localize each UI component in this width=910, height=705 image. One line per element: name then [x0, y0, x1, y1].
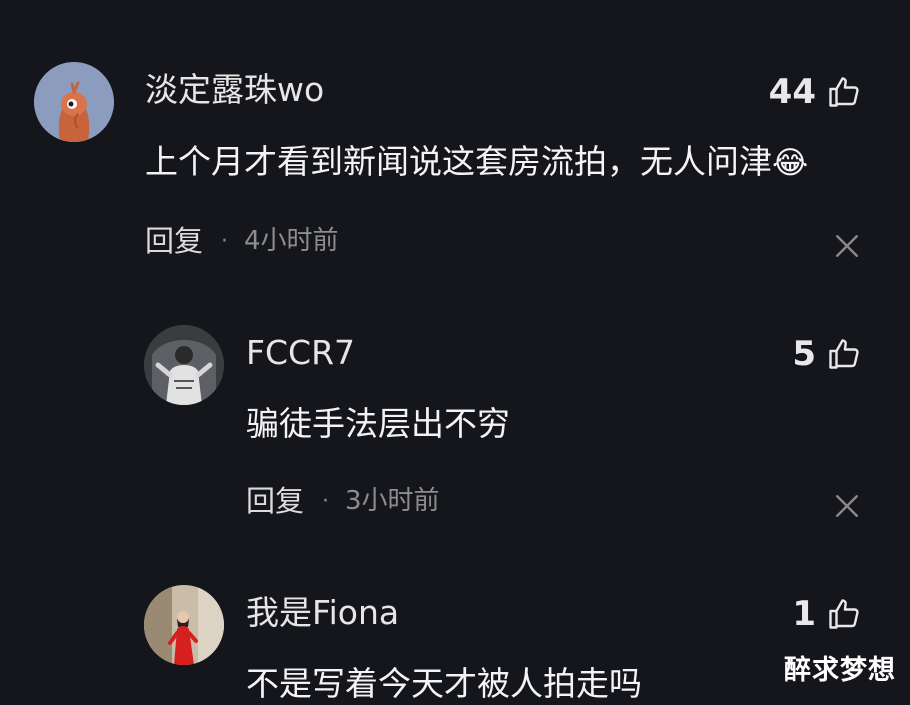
username[interactable]: 我是Fiona: [246, 593, 399, 633]
comment-3: 我是Fiona 1 不是写着今天才被人拍走吗: [0, 0, 910, 704]
photo-avatar-icon: [144, 585, 224, 665]
watermark: 醉求梦想: [784, 655, 896, 686]
avatar-3[interactable]: [144, 585, 224, 665]
like-count: 1: [792, 594, 816, 634]
thumbs-up-icon[interactable]: [826, 596, 862, 632]
like-group[interactable]: 1: [792, 594, 862, 634]
comment-text: 不是写着今天才被人拍走吗: [246, 664, 642, 703]
